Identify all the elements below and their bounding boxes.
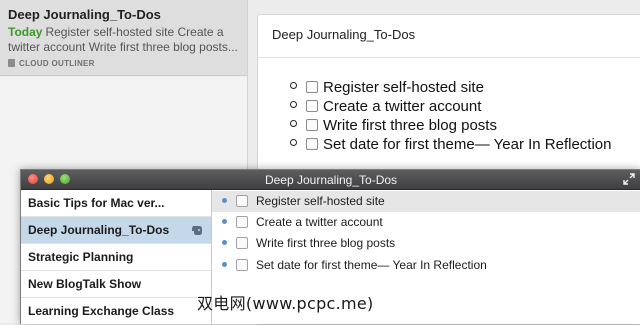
bullet-icon [290,101,297,108]
outline-row[interactable]: Register self-hosted site [212,191,640,212]
window-titlebar[interactable]: Deep Journaling_To-Dos [21,170,640,190]
note-source: CLOUD OUTLINER [8,59,95,68]
bullet-icon[interactable] [222,262,227,267]
sidebar-item-label: Deep Journaling_To-Dos [28,223,170,237]
note-title: Deep Journaling_To-Dos [8,7,161,22]
window-title: Deep Journaling_To-Dos [264,173,398,187]
bullet-icon [290,139,297,146]
fullscreen-icon[interactable] [623,173,635,185]
outline-row-text[interactable]: Register self-hosted site [256,194,385,208]
note-list-item[interactable]: Deep Journaling_To-Dos Today Register sel… [0,0,247,76]
editor-todo-item: Create a twitter account [290,98,481,118]
note-date: Today [8,25,43,39]
sidebar-item-label: Learning Exchange Class [28,304,175,318]
outline-checkbox[interactable] [236,216,248,228]
editor-todo-text[interactable]: Create a twitter account [323,98,481,115]
outline-checkbox[interactable] [236,259,248,271]
note-snippet-text: Register self-hosted site Create a twitt… [8,25,238,54]
bullet-icon[interactable] [222,198,227,203]
editor-todo-item: Set date for first theme— Year In Reflec… [290,136,612,156]
outline-row-text[interactable]: Create a twitter account [256,215,383,229]
editor-note-title[interactable]: Deep Journaling_To-Dos [272,27,415,42]
outline-row-text[interactable]: Set date for first theme— Year In Reflec… [256,258,487,272]
site-watermark: 双电网(www.pcpc.me) [197,294,374,313]
bullet-icon[interactable] [222,219,227,224]
evernote-sync-icon [192,226,202,235]
editor-divider [258,57,640,58]
sidebar-item-label: Basic Tips for Mac ver... [28,196,165,210]
editor-todo-text[interactable]: Register self-hosted site [323,79,484,96]
sidebar-item[interactable]: Strategic Planning [21,244,211,271]
sidebar-item-selected[interactable]: Deep Journaling_To-Dos [21,217,211,244]
outline-row[interactable]: Create a twitter account [212,212,640,233]
notebook-icon [8,59,15,67]
sidebar-item[interactable]: Learning Exchange Class [21,298,211,324]
todo-checkbox[interactable] [306,138,318,150]
bullet-icon [290,82,297,89]
note-snippet: Today Register self-hosted site Create a … [8,25,240,55]
sidebar-item[interactable]: New BlogTalk Show [21,271,211,298]
outline-row[interactable]: Write first three blog posts [212,233,640,254]
note-source-label: CLOUD OUTLINER [19,59,95,68]
editor-todo-text[interactable]: Set date for first theme— Year In Reflec… [323,136,612,153]
outline-row[interactable]: Set date for first theme— Year In Reflec… [212,255,640,276]
editor-todo-item: Write first three blog posts [290,117,497,137]
todo-checkbox[interactable] [306,100,318,112]
sidebar-item-label: New BlogTalk Show [28,277,142,291]
todo-checkbox[interactable] [306,119,318,131]
sidebar-item-label: Strategic Planning [28,250,134,264]
document-sidebar: Basic Tips for Mac ver... Deep Journalin… [21,190,212,324]
todo-checkbox[interactable] [306,81,318,93]
editor-todo-text[interactable]: Write first three blog posts [323,117,497,134]
outline-checkbox[interactable] [236,195,248,207]
editor-todo-item: Register self-hosted site [290,79,484,99]
outline-checkbox[interactable] [236,237,248,249]
bullet-icon[interactable] [222,240,227,245]
sidebar-item[interactable]: Basic Tips for Mac ver... [21,190,211,217]
outline-row-text[interactable]: Write first three blog posts [256,236,395,250]
bullet-icon [290,120,297,127]
